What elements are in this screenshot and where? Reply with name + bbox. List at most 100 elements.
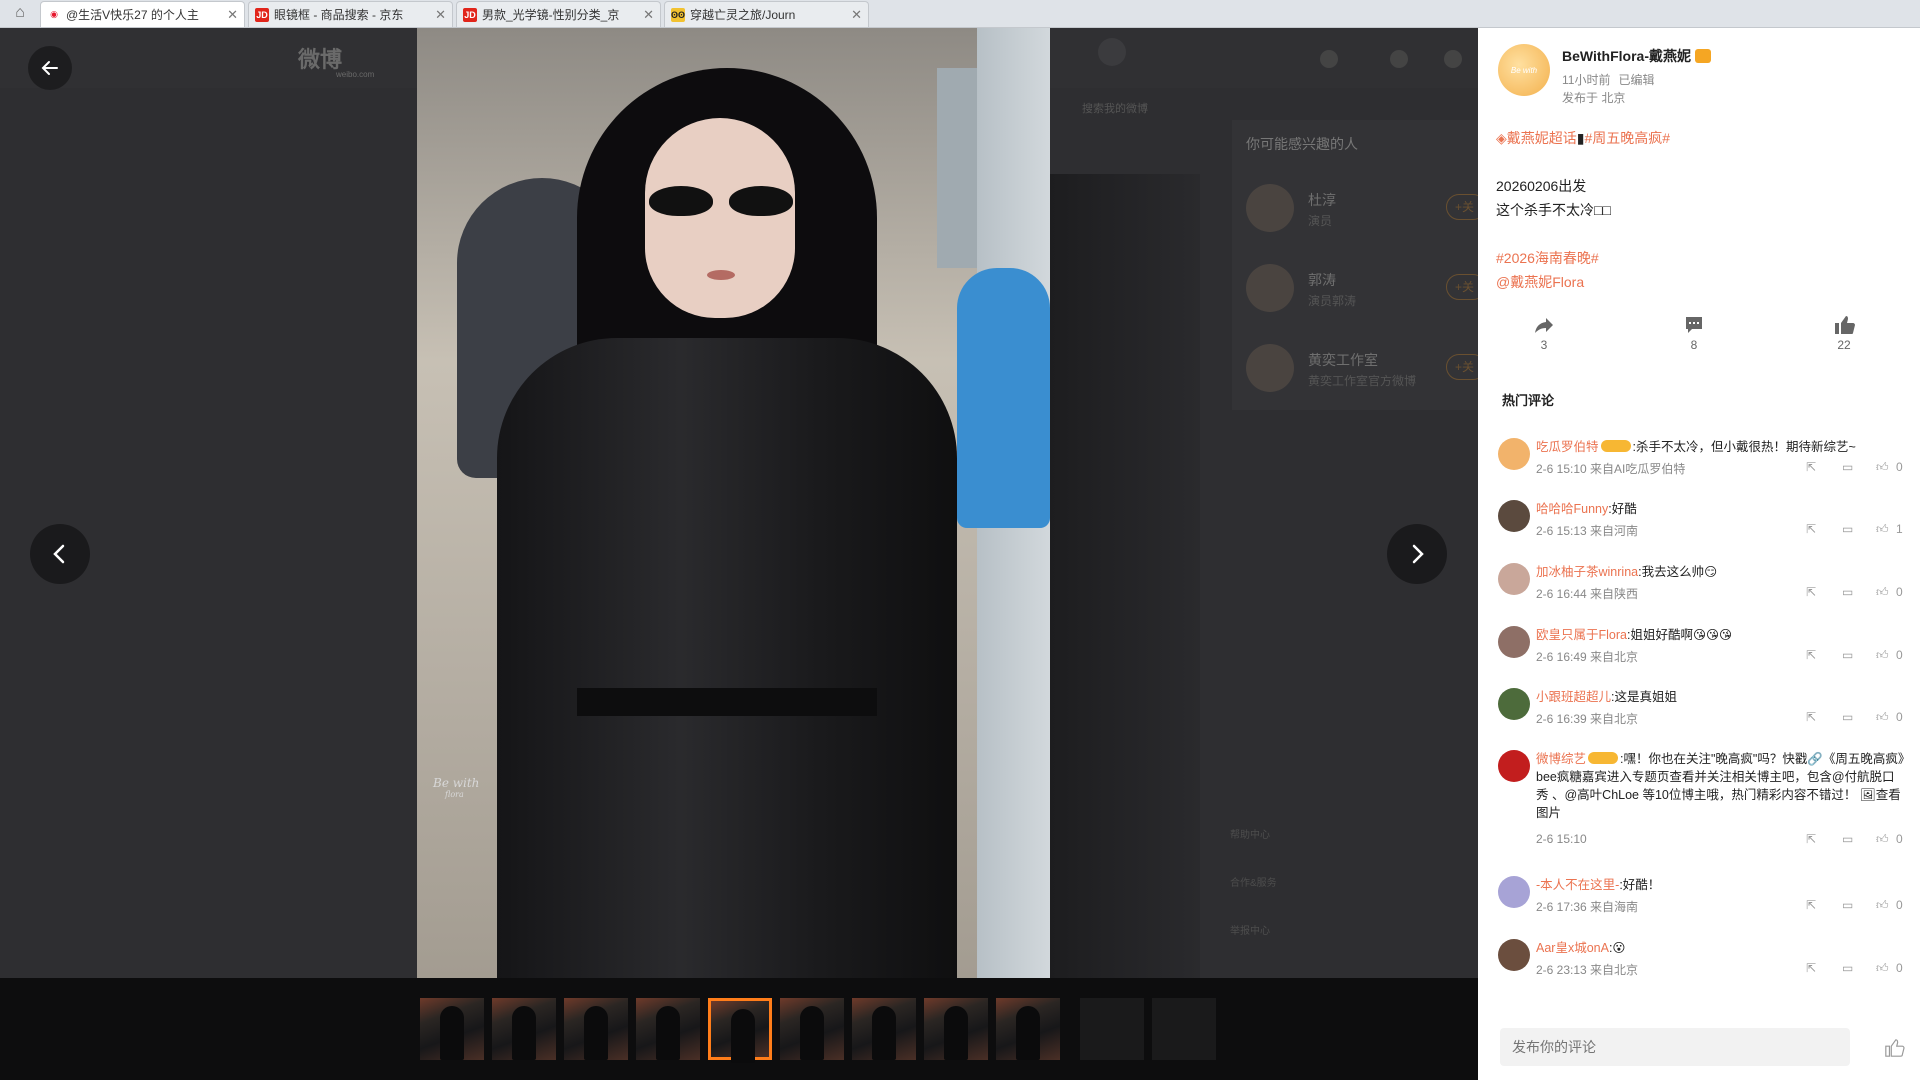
tab-title: @生活V快乐27 的个人主	[66, 8, 199, 22]
tab-jd-search[interactable]: JD 眼镜框 - 商品搜索 - 京东 ✕	[248, 1, 453, 27]
thumbs-up-icon[interactable]: 👍︎	[1876, 585, 1889, 600]
commenter-avatar[interactable]	[1498, 876, 1530, 908]
image-viewer: 微博 weibo.com 搜索我的微博 你可能感兴趣的人 杜淳 演员 +关 郭涛 演员郭…	[0, 28, 1478, 1080]
commenter-name[interactable]: 欧皇只属于Flora	[1536, 628, 1627, 642]
like-button[interactable]: 22	[1814, 314, 1874, 352]
comment-tools: ⇱ ▭ 👍︎ 0	[1750, 898, 1910, 916]
reply-icon[interactable]: ▭	[1842, 460, 1853, 474]
thumbnail[interactable]	[492, 998, 556, 1060]
message-icon	[1320, 50, 1338, 68]
reply-icon[interactable]: ▭	[1842, 898, 1853, 912]
comment-text: Aar皇x城onA:😮	[1536, 941, 1626, 955]
tab-title: 穿越亡灵之旅/Journ	[690, 8, 796, 22]
commenter-avatar[interactable]	[1498, 750, 1530, 782]
share-icon[interactable]: ⇱	[1806, 585, 1816, 599]
thumbs-up-icon[interactable]	[1883, 1038, 1905, 1058]
thumbs-up-icon[interactable]: 👍︎	[1876, 710, 1889, 725]
thumbnail[interactable]	[636, 998, 700, 1060]
share-icon[interactable]: ⇱	[1806, 898, 1816, 912]
thumbnail[interactable]	[996, 998, 1060, 1060]
thumbs-up-icon[interactable]: 👍︎	[1876, 522, 1889, 537]
reply-icon[interactable]: ▭	[1842, 585, 1853, 599]
tab-jd-optical[interactable]: JD 男款_光学镜-性别分类_京 ✕	[456, 1, 661, 27]
prev-image-button[interactable]	[30, 524, 90, 584]
thumbs-up-icon[interactable]: 👍︎	[1876, 898, 1889, 913]
share-icon[interactable]: ⇱	[1806, 832, 1816, 846]
commenter-name[interactable]: 微博综艺	[1536, 752, 1586, 766]
comment-like-count: 0	[1896, 648, 1903, 662]
close-tab-icon[interactable]: ✕	[227, 7, 238, 23]
close-tab-icon[interactable]: ✕	[851, 7, 862, 23]
thumbs-up-icon[interactable]: 👍︎	[1876, 648, 1889, 663]
arrow-left-icon	[41, 61, 58, 75]
sunglasses-icon: ʘʘ	[671, 7, 686, 22]
hot-comments-title: 热门评论	[1502, 393, 1555, 408]
commenter-name[interactable]: -本人不在这里-	[1536, 878, 1619, 892]
thumbnail[interactable]	[924, 998, 988, 1060]
comment-text: 哈哈哈Funny:好酷	[1536, 502, 1637, 516]
share-icon[interactable]: ⇱	[1806, 522, 1816, 536]
next-image-button[interactable]	[1387, 524, 1447, 584]
reply-icon[interactable]: ▭	[1842, 832, 1853, 846]
commenter-avatar[interactable]	[1498, 438, 1530, 470]
reply-icon[interactable]: ▭	[1842, 710, 1853, 724]
thumbs-up-icon[interactable]: 👍︎	[1876, 460, 1889, 475]
home-icon[interactable]: ⌂	[0, 0, 40, 27]
tab-journey[interactable]: ʘʘ 穿越亡灵之旅/Journ ✕	[664, 1, 869, 27]
close-tab-icon[interactable]: ✕	[435, 7, 446, 23]
commenter-name[interactable]: 小跟班超超儿	[1536, 690, 1611, 704]
phone-icon: ▮	[1576, 130, 1585, 146]
gear-icon	[1390, 50, 1408, 68]
topic-link[interactable]: #2026海南春晚#	[1496, 246, 1906, 270]
share-icon[interactable]: ⇱	[1806, 710, 1816, 724]
comment-meta: 2-6 23:13 来自北京	[1536, 963, 1639, 977]
mention-link[interactable]: @戴燕妮Flora	[1496, 270, 1906, 294]
thumbnail[interactable]	[780, 998, 844, 1060]
author-avatar[interactable]: Be with	[1498, 44, 1550, 96]
share-icon[interactable]: ⇱	[1806, 961, 1816, 975]
commenter-name[interactable]: 加冰柚子茶winrina	[1536, 565, 1638, 579]
commenter-avatar[interactable]	[1498, 563, 1530, 595]
comment-item: 微博综艺:嘿！你也在关注"晚高疯"吗？快戳🔗《周五晚高疯》bee疯糖嘉宾进入专题…	[1498, 750, 1910, 846]
comment-like-count: 0	[1896, 898, 1903, 912]
share-icon[interactable]: ⇱	[1806, 460, 1816, 474]
commenter-avatar[interactable]	[1498, 939, 1530, 971]
main-photo[interactable]: Be with flora	[417, 28, 1050, 978]
comment-tools: ⇱ ▭ 👍︎ 0	[1750, 585, 1910, 603]
thumbs-up-icon[interactable]: 👍︎	[1876, 832, 1889, 847]
reply-icon[interactable]: ▭	[1842, 961, 1853, 975]
topic-link[interactable]: #周五晚高疯#	[1585, 130, 1671, 146]
post-line: 这个杀手不太冷□□	[1496, 202, 1611, 218]
repost-button[interactable]: 3	[1514, 314, 1574, 352]
reply-icon[interactable]: ▭	[1842, 522, 1853, 536]
commenter-name[interactable]: 吃瓜罗伯特	[1536, 440, 1599, 454]
comment-item: 吃瓜罗伯特:杀手不太冷，但小戴很热！期待新综艺~ 2-6 15:10 来自AI吃瓜…	[1498, 438, 1910, 494]
comment-like-count: 1	[1896, 522, 1903, 536]
reply-icon[interactable]: ▭	[1842, 648, 1853, 662]
post-line: 20260206出发	[1496, 178, 1587, 194]
close-tab-icon[interactable]: ✕	[643, 7, 654, 23]
thumbs-up-icon[interactable]: 👍︎	[1876, 961, 1889, 976]
share-icon[interactable]: ⇱	[1806, 648, 1816, 662]
commenter-avatar[interactable]	[1498, 688, 1530, 720]
commenter-avatar[interactable]	[1498, 626, 1530, 658]
thumbnail[interactable]	[852, 998, 916, 1060]
comment-tools: ⇱ ▭ 👍︎ 0	[1750, 710, 1910, 728]
comment-input[interactable]	[1500, 1028, 1850, 1066]
comment-text: 加冰柚子茶winrina:我去这么帅😏	[1536, 565, 1718, 579]
commenter-name[interactable]: 哈哈哈Funny	[1536, 502, 1608, 516]
thumbnail[interactable]	[564, 998, 628, 1060]
photo-shadow	[1050, 174, 1200, 978]
comment-button[interactable]: 8	[1664, 314, 1724, 352]
comment-text: 吃瓜罗伯特:杀手不太冷，但小戴很热！期待新综艺~	[1536, 440, 1856, 454]
thumbnail-selected[interactable]	[708, 998, 772, 1063]
commenter-avatar[interactable]	[1498, 500, 1530, 532]
thumbnail[interactable]	[420, 998, 484, 1060]
commenter-name[interactable]: Aar皇x城onA	[1536, 941, 1609, 955]
back-button[interactable]	[28, 46, 72, 90]
supertopic-link[interactable]: 戴燕妮超话	[1507, 130, 1577, 146]
author-name[interactable]: BeWithFlora-戴燕妮	[1562, 46, 1711, 66]
tab-weibo-profile[interactable]: ◉ @生活V快乐27 的个人主 ✕	[40, 1, 245, 27]
interest-panel: 你可能感兴趣的人 杜淳 演员 +关 郭涛 演员郭涛 +关 黄奕工作室 黄奕工作室官方微博 +…	[1232, 120, 1478, 410]
crown-icon	[1694, 49, 1711, 63]
